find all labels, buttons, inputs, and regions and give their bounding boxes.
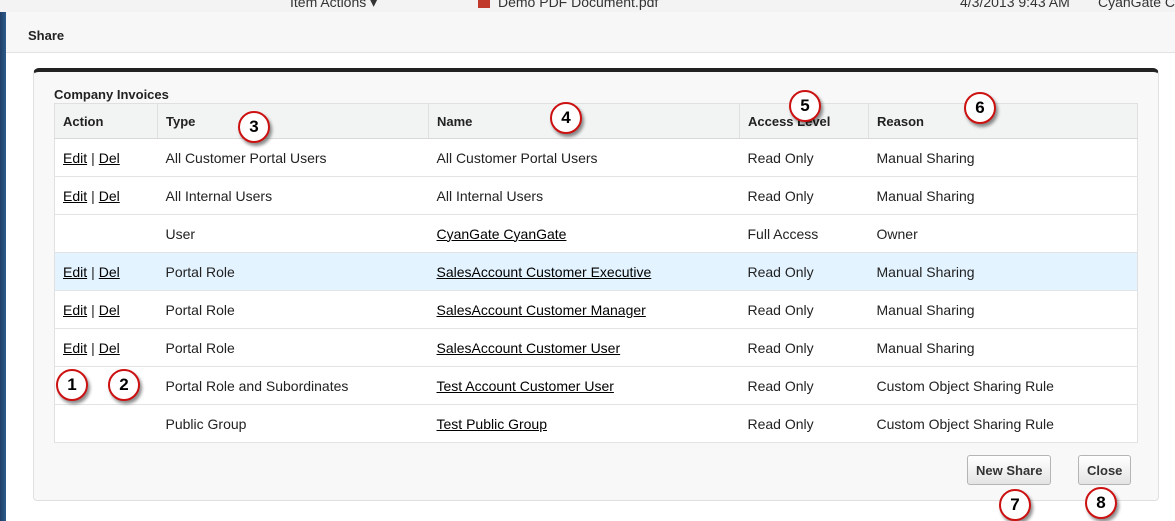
- name-link[interactable]: SalesAccount Customer Executive: [437, 264, 652, 280]
- name-link[interactable]: SalesAccount Customer User: [437, 340, 621, 356]
- name-link[interactable]: Test Public Group: [437, 416, 548, 432]
- access-level-cell: Read Only: [739, 252, 869, 291]
- action-cell: [54, 404, 158, 443]
- header-reason: Reason: [868, 103, 1138, 139]
- action-cell: Edit | Del: [54, 252, 158, 291]
- header-type: Type: [157, 103, 429, 139]
- table-row: Edit | Del Portal Role SalesAccount Customer…: [54, 290, 1138, 329]
- table-row: Edit | Del Portal Role SalesAccount Customer…: [54, 252, 1138, 291]
- action-separator: |: [91, 339, 95, 356]
- name-link[interactable]: Test Account Customer User: [437, 378, 614, 394]
- action-separator: |: [91, 301, 95, 318]
- name-cell: SalesAccount Customer User: [428, 328, 740, 367]
- name-cell: CyanGate CyanGate: [428, 214, 740, 253]
- edit-link[interactable]: Edit: [63, 150, 87, 166]
- name-cell: SalesAccount Customer Manager: [428, 290, 740, 329]
- background-item-actions: Item Actions ▾: [290, 0, 378, 10]
- name-cell: All Customer Portal Users: [428, 138, 740, 177]
- name-link[interactable]: CyanGate CyanGate: [437, 226, 567, 242]
- table-row: User CyanGate CyanGate Full Access Owner: [54, 214, 1138, 253]
- callout-4: 4: [550, 102, 582, 134]
- background-doc-name: Demo PDF Document.pdf: [498, 0, 659, 10]
- access-level-cell: Read Only: [739, 366, 869, 405]
- table-row: Edit | Del Portal Role SalesAccount Customer…: [54, 328, 1138, 367]
- edit-link[interactable]: Edit: [63, 302, 87, 318]
- header-action: Action: [54, 103, 158, 139]
- reason-cell: Manual Sharing: [868, 138, 1138, 177]
- callout-6: 6: [964, 92, 996, 124]
- callout-8: 8: [1085, 487, 1117, 519]
- reason-cell: Manual Sharing: [868, 176, 1138, 215]
- action-separator: |: [91, 263, 95, 280]
- dialog-header: Share: [6, 12, 1175, 53]
- sharing-table: Action Type Name Access Level Reason Edi…: [54, 103, 1138, 443]
- type-cell: Portal Role: [157, 328, 429, 367]
- reason-cell: Owner: [868, 214, 1138, 253]
- access-level-cell: Read Only: [739, 404, 869, 443]
- edit-link[interactable]: Edit: [63, 264, 87, 280]
- del-link[interactable]: Del: [99, 150, 120, 166]
- name-text: All Customer Portal Users: [436, 149, 598, 166]
- action-cell: Edit | Del: [54, 290, 158, 329]
- del-link[interactable]: Del: [99, 340, 120, 356]
- type-cell: Portal Role: [157, 252, 429, 291]
- action-cell: Edit | Del: [54, 328, 158, 367]
- edit-link[interactable]: Edit: [63, 188, 87, 204]
- table-row: Public Group Test Public Group Read Only Cu…: [54, 404, 1138, 443]
- reason-cell: Custom Object Sharing Rule: [868, 366, 1138, 405]
- header-name: Name: [428, 103, 740, 139]
- del-link[interactable]: Del: [99, 188, 120, 204]
- access-level-cell: Read Only: [739, 176, 869, 215]
- access-level-cell: Read Only: [739, 290, 869, 329]
- callout-2: 2: [108, 369, 140, 401]
- background-owner: CyanGate C: [1098, 0, 1175, 10]
- edit-link[interactable]: Edit: [63, 340, 87, 356]
- reason-cell: Manual Sharing: [868, 290, 1138, 329]
- action-separator: |: [91, 187, 95, 204]
- sharing-panel: Company Invoices Action Type Name Access…: [33, 68, 1159, 501]
- table-row: Portal Role and Subordinates Test Account…: [54, 366, 1138, 405]
- del-link[interactable]: Del: [99, 302, 120, 318]
- section-title: Company Invoices: [54, 87, 169, 102]
- close-button[interactable]: Close: [1078, 455, 1132, 485]
- type-cell: Portal Role and Subordinates: [157, 366, 429, 405]
- name-text: All Internal Users: [436, 187, 544, 204]
- name-link[interactable]: SalesAccount Customer Manager: [437, 302, 646, 318]
- type-cell: All Internal Users: [157, 176, 429, 215]
- pdf-icon: [478, 0, 490, 8]
- callout-1: 1: [56, 369, 88, 401]
- action-cell: Edit | Del: [54, 176, 158, 215]
- name-cell: Test Account Customer User: [428, 366, 740, 405]
- reason-cell: Manual Sharing: [868, 328, 1138, 367]
- dialog-title: Share: [28, 28, 65, 43]
- reason-cell: Custom Object Sharing Rule: [868, 404, 1138, 443]
- reason-cell: Manual Sharing: [868, 252, 1138, 291]
- name-cell: All Internal Users: [428, 176, 740, 215]
- callout-5: 5: [789, 90, 821, 122]
- access-level-cell: Read Only: [739, 328, 869, 367]
- access-level-cell: Full Access: [739, 214, 869, 253]
- background-date: 4/3/2013 9:43 AM: [960, 0, 1070, 10]
- name-cell: SalesAccount Customer Executive: [428, 252, 740, 291]
- share-dialog: Share Company Invoices Action Type Name …: [6, 12, 1175, 521]
- type-cell: User: [157, 214, 429, 253]
- access-level-cell: Read Only: [739, 138, 869, 177]
- del-link[interactable]: Del: [99, 264, 120, 280]
- action-separator: |: [91, 149, 95, 166]
- callout-7: 7: [999, 489, 1031, 521]
- action-cell: Edit | Del: [54, 138, 158, 177]
- action-cell: [54, 214, 158, 253]
- callout-3: 3: [238, 111, 270, 143]
- type-cell: Public Group: [157, 404, 429, 443]
- type-cell: Portal Role: [157, 290, 429, 329]
- new-share-button[interactable]: New Share: [967, 455, 1052, 485]
- table-row: Edit | Del All Customer Portal Users All Cus…: [54, 138, 1138, 177]
- type-cell: All Customer Portal Users: [157, 138, 429, 177]
- table-row: Edit | Del All Internal Users All Internal U…: [54, 176, 1138, 215]
- name-cell: Test Public Group: [428, 404, 740, 443]
